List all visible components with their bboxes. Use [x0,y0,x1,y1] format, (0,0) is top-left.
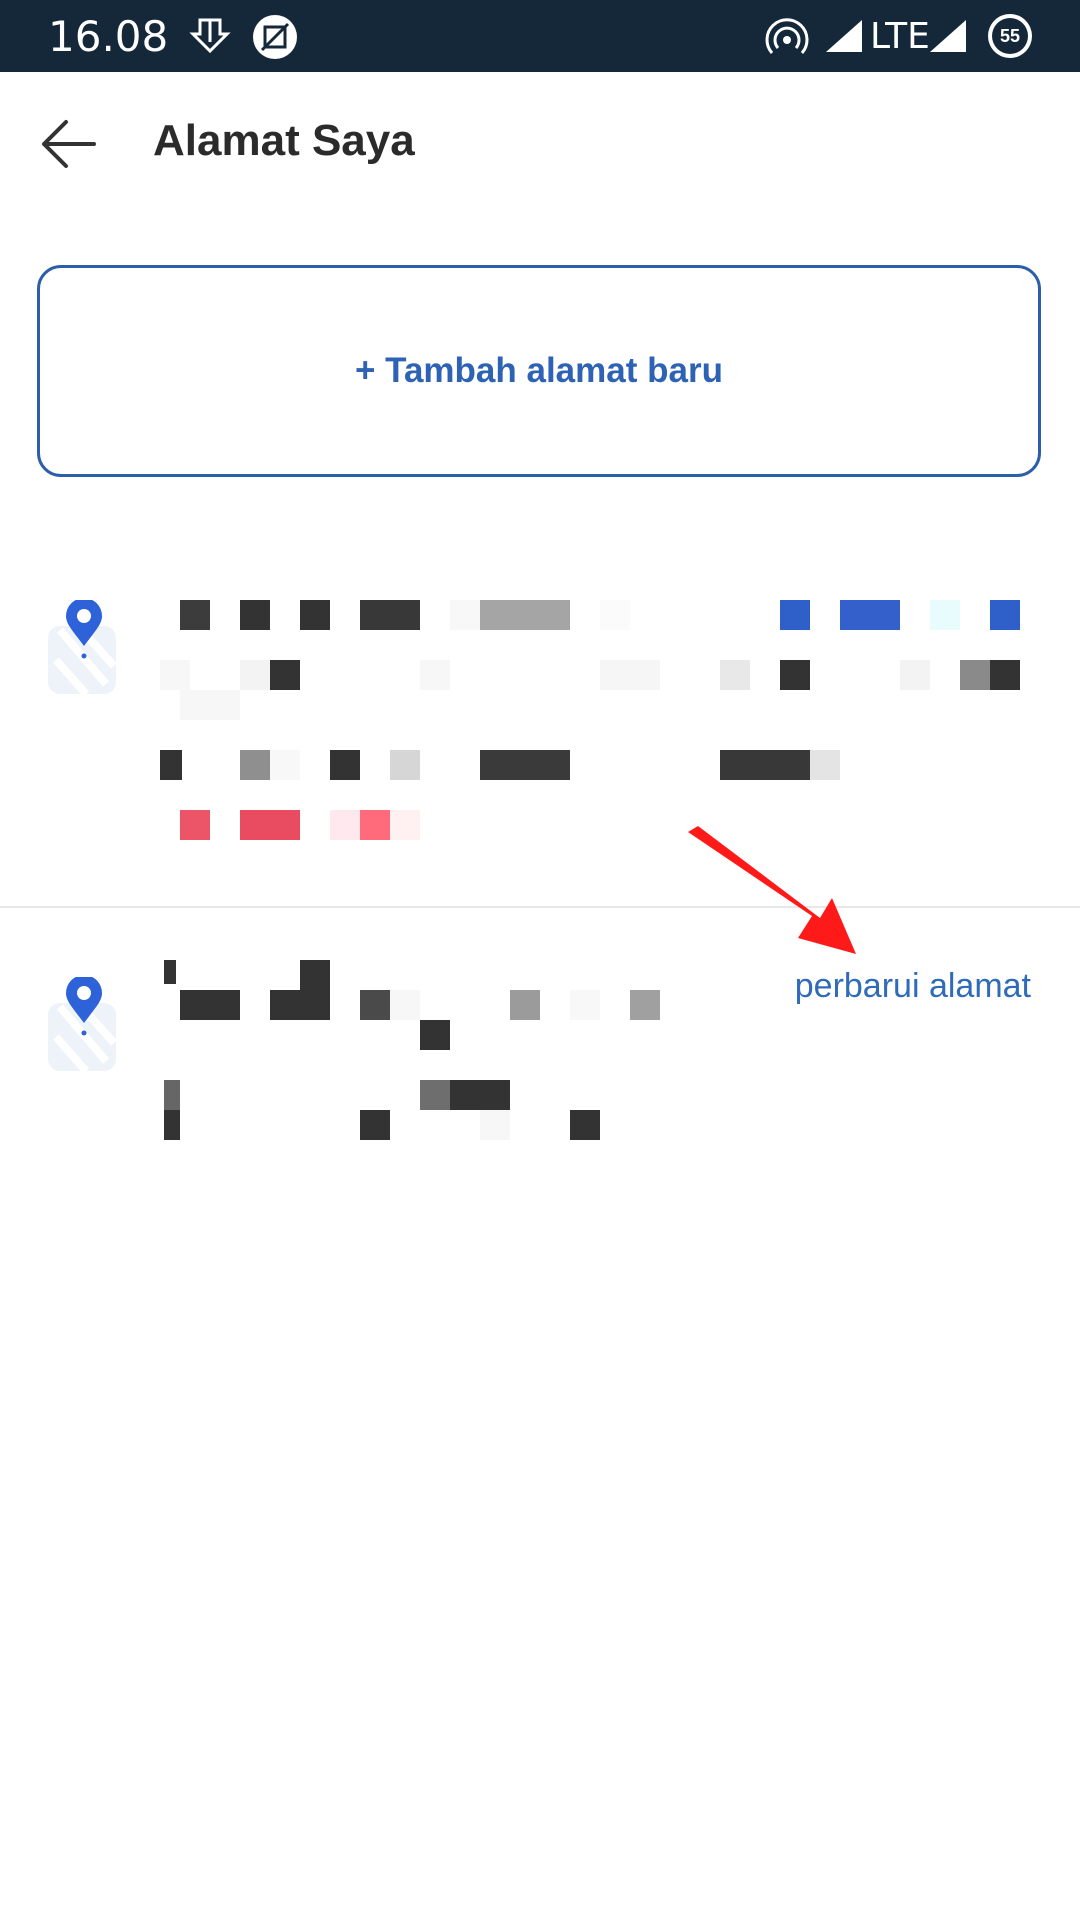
add-address-label: + Tambah alamat baru [355,351,723,390]
page-title: Alamat Saya [153,116,415,165]
redacted-address-text [158,960,698,1160]
hotspot-icon [765,18,809,54]
add-address-button[interactable]: + Tambah alamat baru [37,265,1041,477]
annotation-arrow-icon [688,826,856,954]
network-type-label: LTE [870,16,930,57]
status-bar: 16.08 LTE 55 [0,0,1080,72]
signal-icon [826,20,862,52]
app-bar: Alamat Saya [0,72,1080,216]
status-time: 16.08 [48,12,169,61]
update-address-link[interactable]: perbarui alamat [795,967,1031,1006]
arrow-left-icon [42,120,96,168]
redacted-address-text [158,600,1038,880]
page: 16.08 LTE 55 Alamat Saya + Tambah alamat… [0,0,1080,1920]
location-pin-icon [48,977,117,1073]
download-icon [189,18,231,54]
screenshot-icon [253,15,297,59]
battery-level: 55 [999,25,1021,46]
address-item[interactable]: perbarui alamat [0,907,1080,1167]
address-item[interactable] [0,560,1080,906]
back-button[interactable] [32,112,112,176]
battery-icon: 55 [988,14,1032,58]
location-pin-icon [48,600,117,696]
signal-icon-2 [930,20,966,52]
